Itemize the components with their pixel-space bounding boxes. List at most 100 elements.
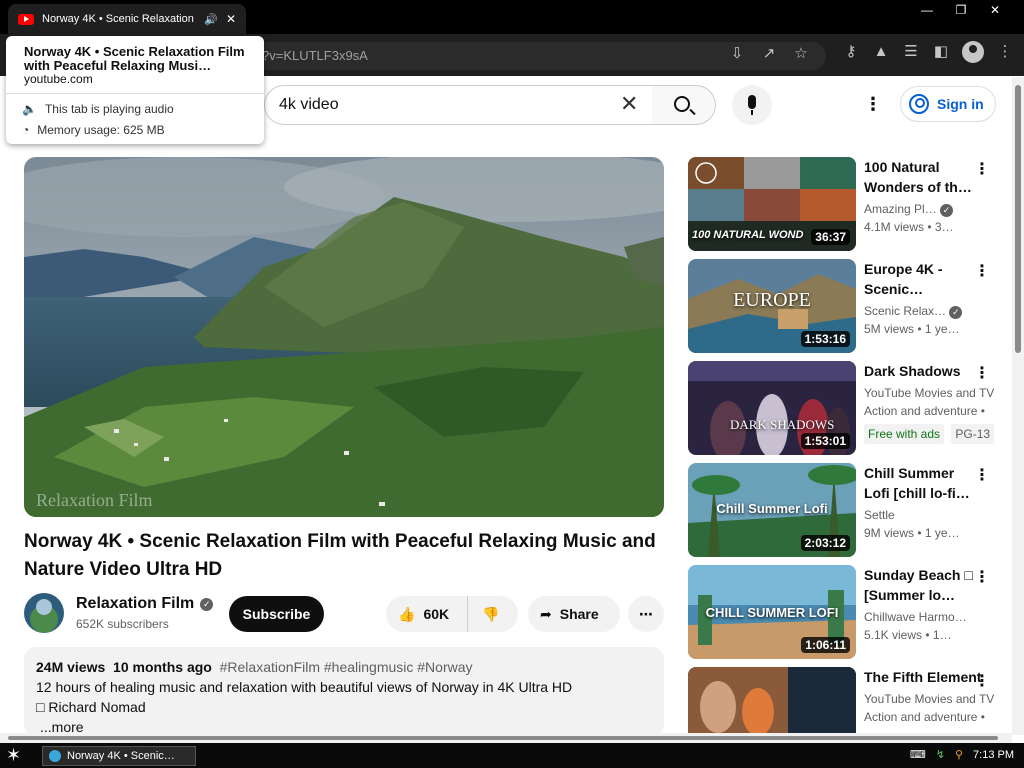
item-menu-icon[interactable]: ⋮ [974, 567, 990, 587]
install-icon[interactable]: ⇩ [728, 45, 746, 63]
keyboard-icon[interactable]: ⌨ [910, 748, 926, 761]
recommendation-title[interactable]: Europe 4K - Scenic… [864, 259, 974, 299]
thumbnail-image [688, 667, 856, 733]
labs-flask-icon[interactable]: ▲ [872, 43, 890, 61]
recommendation-stats: 5M views • 1 ye… [864, 322, 960, 336]
youtube-favicon-icon [18, 13, 34, 25]
microphone-icon [748, 95, 756, 109]
close-tab-icon[interactable]: ✕ [226, 12, 236, 26]
side-panel-icon[interactable]: ◧ [932, 43, 950, 61]
description-box[interactable]: 24M views 10 months ago #RelaxationFilm … [24, 647, 664, 737]
recommendation-stats: 9M views • 1 ye… [864, 526, 960, 540]
bookmark-star-icon[interactable]: ☆ [792, 45, 810, 63]
subscribe-button[interactable]: Subscribe [229, 596, 324, 632]
browser-menu-icon[interactable]: ⋮ [996, 43, 1014, 61]
restore-icon[interactable]: ❐ [944, 2, 978, 20]
scrollbar-thumb[interactable] [8, 736, 998, 740]
recommendation-item[interactable]: The Fifth Element ⋮ YouTube Movies and T… [688, 667, 1008, 733]
recommendation-item[interactable]: EUROPE 1:53:16 Europe 4K - Scenic… ⋮ Sce… [688, 259, 1008, 353]
item-menu-icon[interactable]: ⋮ [974, 671, 990, 691]
dislike-button[interactable]: 👎 [468, 606, 499, 623]
recommendation-channel: YouTube Movies and TV [864, 386, 995, 400]
item-menu-icon[interactable]: ⋮ [974, 159, 990, 179]
window-controls: — ❐ ✕ [910, 2, 1012, 20]
speaker-icon: 🔈 [22, 102, 37, 116]
scrollbar-thumb[interactable] [1015, 85, 1021, 353]
item-menu-icon[interactable]: ⋮ [974, 261, 990, 281]
recommendation-thumbnail[interactable]: DARK SHADOWS 1:53:01 [688, 361, 856, 455]
channel-avatar[interactable] [24, 593, 64, 633]
description-line-1: 12 hours of healing music and relaxation… [36, 679, 573, 695]
channel-name-row[interactable]: Relaxation Film ✓ [76, 595, 214, 613]
like-count: 60K [423, 606, 450, 622]
duration-badge: 1:53:01 [800, 433, 850, 449]
recommendation-thumbnail[interactable]: 100 NATURAL WOND 36:37 [688, 157, 856, 251]
like-button[interactable]: 👍 60K [386, 596, 468, 632]
duration-badge: 1:06:11 [801, 637, 850, 653]
search-button[interactable] [652, 85, 716, 125]
recommendation-item[interactable]: 100 NATURAL WOND 36:37 100 Natural Wonde… [688, 157, 1008, 251]
network-icon[interactable]: ↯ [936, 748, 945, 761]
item-menu-icon[interactable]: ⋮ [974, 363, 990, 383]
recommendation-item[interactable]: DARK SHADOWS 1:53:01 Dark Shadows ⋮ YouT… [688, 361, 1008, 455]
free-with-ads-badge: Free with ads [864, 424, 945, 444]
description-meta: 24M views 10 months ago #RelaxationFilm … [36, 657, 652, 677]
sign-in-button[interactable]: Sign in [900, 86, 996, 122]
recommendation-thumbnail[interactable] [688, 667, 856, 733]
subscriber-count: 652K subscribers [76, 617, 169, 631]
thumbs-up-icon: 👍 [398, 605, 416, 622]
browser-tab[interactable]: Norway 4K • Scenic Relaxation 🔊 ✕ [8, 4, 246, 34]
clock[interactable]: 7:13 PM [973, 749, 1014, 761]
verified-icon: ✓ [940, 204, 954, 217]
description-line-2: □ Richard Nomad [36, 699, 146, 715]
video-watermark: Relaxation Film [36, 490, 153, 510]
recommendation-badges: Free with ads PG-13 [864, 424, 1000, 444]
recommendation-channel: Settle [864, 508, 895, 522]
video-frame-landscape [24, 157, 664, 517]
view-count: 24M views [36, 659, 106, 675]
search-icon[interactable]: ⚲ [955, 748, 963, 761]
channel-avatar-image [24, 593, 64, 633]
recommendation-title[interactable]: 100 Natural Wonders of th… [864, 157, 974, 197]
more-actions-button[interactable]: ⋯ [628, 596, 664, 632]
recommendation-title[interactable]: Chill Summer Lofi [chill lo-fi… [864, 463, 974, 503]
recommendation-thumbnail[interactable]: Chill Summer Lofi 2:03:12 [688, 463, 856, 557]
minimize-icon[interactable]: — [910, 2, 944, 20]
os-taskbar: ✶ Norway 4K • Scenic… ⌨ ↯ ⚲ 7:13 PM [0, 743, 1024, 768]
thumbnail-caption: Chill Summer Lofi [716, 501, 828, 516]
taskbar-browser-item[interactable]: Norway 4K • Scenic… [42, 746, 196, 766]
verified-icon: ✓ [949, 306, 963, 319]
recommendation-item[interactable]: Chill Summer Lofi 2:03:12 Chill Summer L… [688, 463, 1008, 557]
speaker-icon[interactable]: 🔊 [204, 13, 218, 26]
recommendation-item[interactable]: CHILL SUMMER LOFI 1:06:11 Sunday Beach □… [688, 565, 1008, 659]
video-player[interactable]: Relaxation Film [24, 157, 664, 517]
recommendation-title[interactable]: Sunday Beach □ [Summer lo… [864, 565, 974, 605]
like-dislike-group: 👍 60K 👎 [386, 596, 518, 632]
recommendation-channel: Chillwave Harmo… [864, 610, 967, 624]
search-input[interactable]: 4k video [264, 85, 654, 125]
channel-name[interactable]: Relaxation Film [76, 595, 194, 613]
vertical-scrollbar[interactable] [1012, 77, 1024, 735]
media-queue-icon[interactable]: ☰ [902, 43, 920, 61]
thumbnail-caption: DARK SHADOWS [730, 417, 835, 432]
toolbar-right: ⚷ ▲ ☰ ◧ ⋮ [842, 41, 1014, 63]
recommendation-thumbnail[interactable]: CHILL SUMMER LOFI 1:06:11 [688, 565, 856, 659]
share-page-icon[interactable]: ↗ [760, 45, 778, 63]
recommendation-thumbnail[interactable]: EUROPE 1:53:16 [688, 259, 856, 353]
recommendation-stats: 4.1M views • 3… [864, 220, 954, 234]
share-button[interactable]: ➦ Share [528, 596, 620, 632]
profile-avatar-icon[interactable] [962, 41, 984, 63]
start-menu-icon[interactable]: ✶ [6, 745, 21, 766]
thumbs-down-icon: 👎 [482, 605, 500, 622]
horizontal-scrollbar[interactable] [0, 733, 1012, 743]
voice-search-button[interactable] [732, 85, 772, 125]
item-menu-icon[interactable]: ⋮ [974, 465, 990, 485]
extensions-icon[interactable]: ⚷ [842, 43, 860, 61]
settings-menu-icon[interactable]: ⋮ [864, 95, 882, 113]
close-window-icon[interactable]: ✕ [978, 2, 1012, 20]
clear-search-icon[interactable]: ✕ [620, 93, 638, 115]
recommendation-title[interactable]: The Fifth Element [864, 667, 984, 687]
hashtags[interactable]: #RelaxationFilm #healingmusic #Norway [220, 659, 473, 675]
video-title: Norway 4K • Scenic Relaxation Film with … [24, 531, 656, 580]
verified-icon: ✓ [200, 597, 214, 611]
